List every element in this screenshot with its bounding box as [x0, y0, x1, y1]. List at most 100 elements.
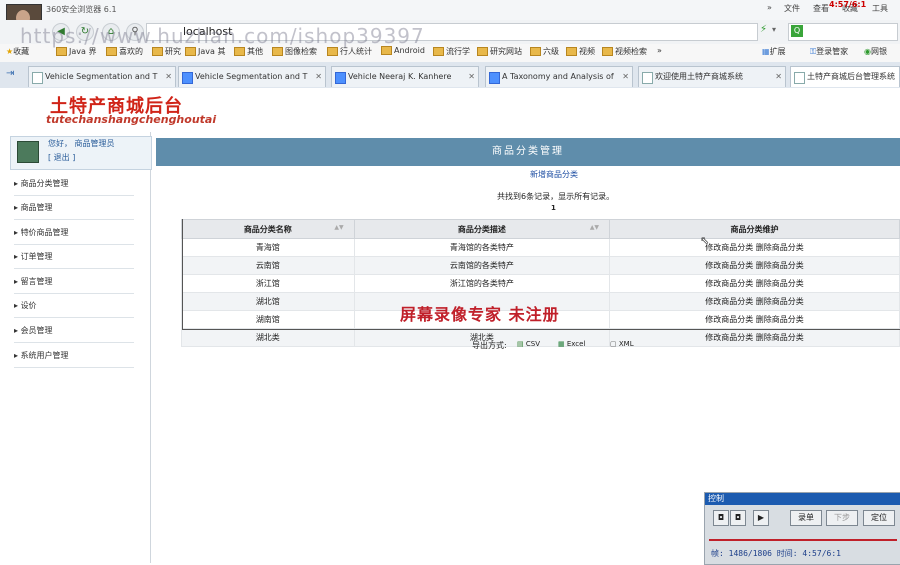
tab-3[interactable]: A Taxonomy and Analysis of ✕	[485, 66, 633, 87]
edit-link[interactable]: 修改商品分类	[705, 279, 753, 288]
export-csv[interactable]: ▤ CSV	[517, 340, 540, 348]
fav-item[interactable]: 图像检索	[272, 46, 317, 60]
frame-play-icon[interactable]: ▶	[753, 510, 769, 526]
record-button[interactable]: 录单	[790, 510, 822, 526]
sidebar-item-category[interactable]: ▸ 商品分类管理	[14, 173, 134, 196]
page-number[interactable]: 1	[551, 204, 556, 212]
delete-link[interactable]: 删除商品分类	[756, 243, 804, 252]
progress-slider[interactable]	[709, 531, 897, 541]
search-input[interactable]: Q	[788, 23, 898, 41]
chevron-right-icon[interactable]: »	[767, 3, 772, 12]
cell-name: 湖南馆	[181, 310, 355, 329]
close-icon[interactable]: ✕	[775, 67, 782, 87]
cell-name: 湖北馆	[181, 292, 355, 311]
edit-link[interactable]: 修改商品分类	[705, 243, 753, 252]
page-title: 商品分类管理	[156, 138, 900, 166]
fav-item[interactable]: 喜欢的	[106, 46, 143, 60]
close-icon[interactable]: ✕	[468, 67, 475, 87]
recorder-control-panel: 控制 ◘ ◘ ▶ 录单 下步 定位 帧: 1486/1806 时间: 4:57/…	[704, 492, 900, 565]
chevron-down-icon[interactable]: ▾	[772, 25, 776, 34]
recorder-watermark: 屏幕录像专家 未注册	[400, 305, 560, 324]
delete-link[interactable]: 删除商品分类	[756, 279, 804, 288]
sidebar-item-orders[interactable]: ▸ 订单管理	[14, 246, 134, 269]
sort-icon[interactable]: ▲▼	[334, 224, 343, 231]
fav-item[interactable]: 研究网站	[477, 46, 522, 60]
excel-icon: ▦	[558, 340, 565, 348]
edit-link[interactable]: 修改商品分类	[705, 315, 753, 324]
tab-1[interactable]: Vehicle Segmentation and T ✕	[178, 66, 326, 87]
delete-link[interactable]: 删除商品分类	[756, 297, 804, 306]
cell-actions: 修改商品分类 删除商品分类	[609, 238, 900, 257]
close-icon[interactable]: ✕	[315, 67, 322, 87]
netbank-button[interactable]: ◉网银	[864, 46, 887, 60]
tab-0[interactable]: Vehicle Segmentation and T ✕	[28, 66, 176, 87]
folder-icon	[152, 47, 163, 56]
folder-icon	[185, 47, 196, 56]
menu-view[interactable]: 查看	[813, 3, 829, 14]
fav-item[interactable]: 流行学	[433, 46, 470, 60]
edit-link[interactable]: 修改商品分类	[705, 297, 753, 306]
edit-link[interactable]: 修改商品分类	[705, 261, 753, 270]
fav-item[interactable]: 行人统计	[327, 46, 372, 60]
delete-link[interactable]: 删除商品分类	[756, 261, 804, 270]
folder-icon	[272, 47, 283, 56]
table-header-row: 商品分类名称 ▲▼ 商品分类描述 ▲▼ 商品分类维护	[181, 219, 900, 239]
column-header[interactable]: 商品分类名称 ▲▼	[181, 219, 355, 239]
table-left-border	[182, 219, 183, 330]
fav-item[interactable]: Java 界	[56, 46, 96, 60]
locate-button[interactable]: 定位	[863, 510, 895, 526]
time-overlay: 4:57/6:1	[829, 0, 867, 9]
fav-star[interactable]: ★收藏	[6, 46, 29, 60]
edit-link[interactable]: 修改商品分类	[705, 333, 753, 342]
frame-back-icon[interactable]: ◘	[713, 510, 729, 526]
sidebar-toggle-icon[interactable]: ⇥	[6, 68, 14, 79]
table-row: 青海馆 青海馆的各类特产 修改商品分类 删除商品分类	[181, 238, 900, 257]
add-category-link[interactable]: 新增商品分类	[530, 169, 578, 180]
column-header[interactable]: 商品分类描述 ▲▼	[353, 219, 611, 239]
delete-link[interactable]: 删除商品分类	[756, 333, 804, 342]
fav-item[interactable]: Android	[381, 46, 425, 60]
xml-icon: ▢	[610, 340, 617, 348]
cell-name: 湖北类	[181, 328, 355, 347]
lightning-icon[interactable]: ⚡	[760, 24, 767, 35]
export-excel[interactable]: ▦ Excel	[558, 340, 585, 348]
shield-icon: ◉	[864, 47, 871, 56]
login-manager-button[interactable]: ⚿登录管家	[810, 46, 848, 60]
browser-titlebar	[0, 0, 900, 20]
menu-file[interactable]: 文件	[784, 3, 800, 14]
fav-item[interactable]: 视频检索	[602, 46, 647, 60]
sidebar-item-pricing[interactable]: ▸ 设价	[14, 295, 134, 318]
tab-2[interactable]: Vehicle Neeraj K. Kanhere ✕	[331, 66, 479, 87]
close-icon[interactable]: ✕	[622, 67, 629, 87]
cell-actions: 修改商品分类 删除商品分类	[609, 256, 900, 275]
fav-item[interactable]: 视频	[566, 46, 595, 60]
google-icon	[489, 72, 500, 84]
frame-stop-icon[interactable]: ◘	[730, 510, 746, 526]
export-xml[interactable]: ▢ XML	[610, 340, 634, 348]
site-logo-pinyin: tutechanshangchenghoutai	[46, 113, 217, 126]
fav-item[interactable]: 六级	[530, 46, 559, 60]
extensions-button[interactable]: ▦扩展	[762, 46, 786, 60]
sidebar-item-specials[interactable]: ▸ 特价商品管理	[14, 222, 134, 245]
sidebar-item-products[interactable]: ▸ 商品管理	[14, 197, 134, 220]
sort-icon[interactable]: ▲▼	[590, 224, 599, 231]
fav-item[interactable]: 其他	[234, 46, 263, 60]
fav-item[interactable]: 研究	[152, 46, 181, 60]
tab-4[interactable]: 欢迎使用土特产商城系统 ✕	[638, 66, 786, 87]
fav-item[interactable]: Java 其	[185, 46, 225, 60]
cell-name: 青海馆	[181, 238, 355, 257]
folder-icon	[106, 47, 117, 56]
tab-5[interactable]: 土特产商城后台管理系统	[790, 66, 900, 87]
logout-link[interactable]: [ 退出 ]	[48, 152, 75, 163]
close-icon[interactable]: ✕	[165, 67, 172, 87]
category-table: 商品分类名称 ▲▼ 商品分类描述 ▲▼ 商品分类维护 青海馆 青海馆的各类特产 修改…	[181, 219, 900, 347]
next-step-button[interactable]: 下步	[826, 510, 858, 526]
user-icon	[17, 141, 39, 163]
more-favorites-icon[interactable]: »	[657, 46, 662, 60]
sidebar-item-members[interactable]: ▸ 会员管理	[14, 320, 134, 343]
menu-tools[interactable]: 工具	[872, 3, 888, 14]
sidebar-item-messages[interactable]: ▸ 留言管理	[14, 271, 134, 294]
mouse-cursor-icon: ⇖	[700, 234, 710, 247]
sidebar-item-sysusers[interactable]: ▸ 系统用户管理	[14, 345, 134, 368]
delete-link[interactable]: 删除商品分类	[756, 315, 804, 324]
